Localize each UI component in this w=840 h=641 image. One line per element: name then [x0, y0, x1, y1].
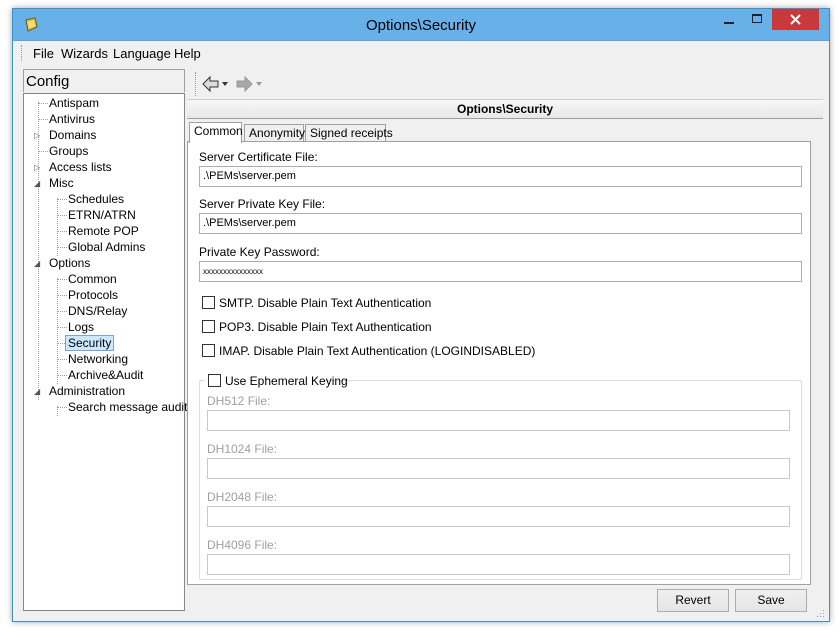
dh2048-input[interactable] [207, 506, 790, 527]
tree-item-networking[interactable]: Networking [68, 351, 128, 367]
maximize-button[interactable] [743, 9, 771, 30]
tree-item-administration[interactable]: Administration [49, 383, 125, 399]
dh512-label: DH512 File: [207, 394, 271, 408]
tree-guide-line [38, 102, 39, 400]
resize-grip-icon[interactable] [815, 608, 825, 618]
menu-bar: File Wizards Language Help [21, 42, 823, 64]
menu-file[interactable]: File [33, 46, 54, 61]
password-input[interactable]: xxxxxxxxxxxxxxx [199, 261, 802, 282]
forward-button[interactable] [235, 75, 265, 96]
config-tree[interactable]: Antispam Antivirus ▷ Domains Groups ▷ Ac… [23, 93, 187, 611]
tree-item-remote-pop[interactable]: Remote POP [68, 223, 139, 239]
password-label: Private Key Password: [199, 245, 320, 259]
tree-item-antispam[interactable]: Antispam [49, 95, 99, 111]
maximize-icon [752, 14, 762, 23]
window-title: Options\Security [365, 17, 477, 34]
nav-toolbar [195, 69, 270, 99]
tab-anonymity[interactable]: Anonymity [244, 124, 305, 142]
tree-item-common[interactable]: Common [68, 271, 117, 287]
tree-guide-line [57, 278, 58, 384]
main-window: Options\Security File Wizards Language H… [12, 8, 830, 622]
forward-arrow-icon [236, 75, 262, 93]
tree-item-misc[interactable]: Misc [49, 175, 74, 191]
tree-item-etrn-atrn[interactable]: ETRN/ATRN [68, 207, 136, 223]
imap-label: IMAP. Disable Plain Text Authentication … [219, 344, 536, 358]
minimize-button[interactable] [715, 9, 743, 30]
tab-content-common: Server Certificate File: .\PEMs\server.p… [187, 141, 811, 585]
tree-item-domains[interactable]: Domains [49, 127, 96, 143]
minimize-icon [724, 22, 734, 24]
tab-common[interactable]: Common [189, 122, 243, 143]
tree-item-options[interactable]: Options [49, 255, 90, 271]
dh4096-input[interactable] [207, 554, 790, 575]
tree-item-global-admins[interactable]: Global Admins [68, 239, 145, 255]
imap-checkbox[interactable] [202, 344, 215, 357]
collapse-icon[interactable]: ◢ [34, 179, 43, 188]
cert-file-input[interactable]: .\PEMs\server.pem [199, 166, 802, 187]
tree-item-logs[interactable]: Logs [68, 319, 94, 335]
title-bar[interactable]: Options\Security [13, 9, 829, 41]
collapse-icon[interactable]: ◢ [34, 259, 43, 268]
dh1024-label: DH1024 File: [207, 442, 278, 456]
collapse-icon[interactable]: ◢ [34, 387, 43, 396]
dh2048-label: DH2048 File: [207, 490, 278, 504]
back-button[interactable] [201, 75, 231, 96]
tree-item-groups[interactable]: Groups [49, 143, 88, 159]
tree-item-security[interactable]: Security [65, 335, 115, 351]
private-key-input[interactable]: .\PEMs\server.pem [199, 213, 802, 234]
menu-language[interactable]: Language [113, 46, 171, 61]
pop3-label: POP3. Disable Plain Text Authentication [219, 320, 432, 334]
revert-button[interactable]: Revert [657, 589, 729, 612]
ephemeral-checkbox[interactable] [208, 374, 221, 387]
dh4096-label: DH4096 File: [207, 538, 278, 552]
menu-wizards[interactable]: Wizards [61, 46, 108, 61]
toolbar-grip[interactable] [195, 72, 196, 96]
tree-item-antivirus[interactable]: Antivirus [49, 111, 95, 127]
expand-icon[interactable]: ▷ [34, 131, 43, 140]
menu-help[interactable]: Help [174, 46, 201, 61]
ephemeral-label: Use Ephemeral Keying [225, 374, 348, 388]
tree-item-search-message-audit[interactable]: Search message audit [68, 399, 187, 415]
smtp-checkbox[interactable] [202, 296, 215, 309]
dh512-input[interactable] [207, 410, 790, 431]
expand-icon[interactable]: ▷ [34, 163, 43, 172]
close-icon [790, 14, 801, 25]
dh1024-input[interactable] [207, 458, 790, 479]
tab-signed-receipts[interactable]: Signed receipts [305, 124, 393, 142]
tree-item-schedules[interactable]: Schedules [68, 191, 124, 207]
private-key-label: Server Private Key File: [199, 197, 326, 211]
back-arrow-icon [202, 75, 228, 93]
tree-item-access-lists[interactable]: Access lists [49, 159, 112, 175]
panel-title: Options\Security [187, 99, 823, 119]
config-header: Config [23, 69, 185, 92]
save-button[interactable]: Save [735, 589, 807, 612]
menu-grip[interactable] [21, 45, 24, 61]
tree-item-archive-audit[interactable]: Archive&Audit [68, 367, 143, 383]
cert-file-label: Server Certificate File: [199, 150, 318, 164]
close-button[interactable] [772, 9, 819, 30]
tree-item-protocols[interactable]: Protocols [68, 287, 118, 303]
tree-item-dns-relay[interactable]: DNS/Relay [68, 303, 127, 319]
pop3-checkbox[interactable] [202, 320, 215, 333]
smtp-label: SMTP. Disable Plain Text Authentication [219, 296, 432, 310]
